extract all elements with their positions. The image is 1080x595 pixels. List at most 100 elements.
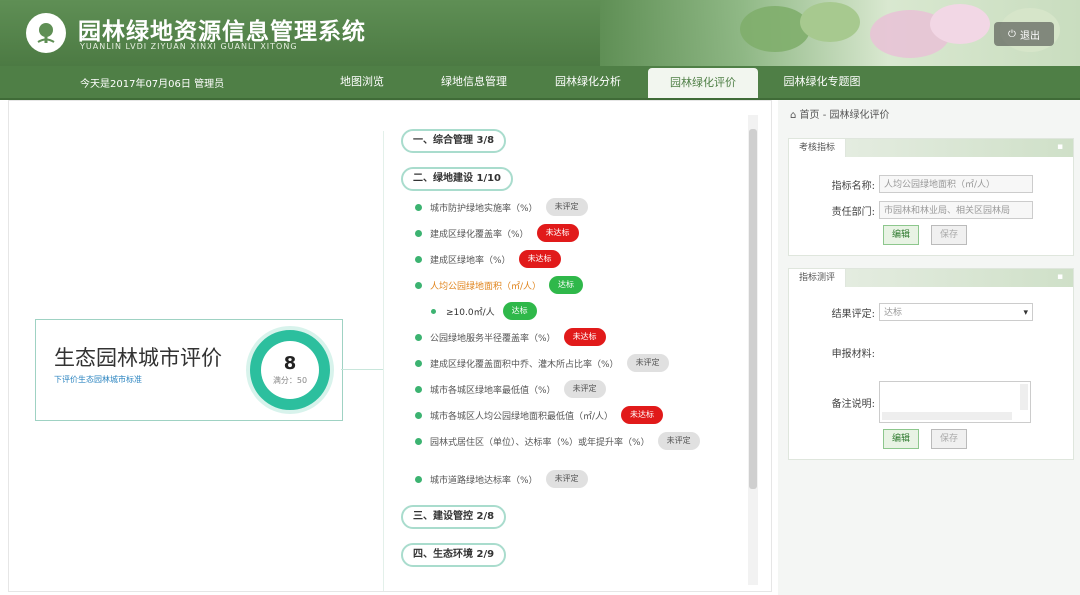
category-comprehensive[interactable]: 一、综合管理 3/8 bbox=[401, 129, 507, 153]
bullet-dot bbox=[415, 229, 422, 237]
list-item[interactable]: 建成区绿化覆盖率（%） 未达标 bbox=[415, 223, 579, 243]
item-text: 城市各城区绿地率最低值（%） bbox=[430, 385, 556, 396]
list-item[interactable]: 公园绿地服务半径覆盖率（%） 未达标 bbox=[415, 327, 606, 347]
item-text: 建成区绿化覆盖率（%） bbox=[430, 229, 529, 240]
bullet-dot bbox=[415, 385, 422, 393]
tree-scrollbar[interactable] bbox=[748, 115, 758, 585]
score-ring: 8 满分：50 bbox=[246, 326, 334, 414]
header: 园林绿地资源信息管理系统 YUANLIN LVDI ZIYUAN XINXI G… bbox=[0, 0, 1080, 66]
evaluation-tree-panel: 生态园林城市评价 下评价生态园林城市标准 8 满分：50 一、综合管理 3/8 … bbox=[8, 100, 772, 592]
tab-green-info[interactable]: 绿地信息管理 bbox=[422, 66, 526, 98]
standard-link[interactable]: 下评价生态园林城市标准 bbox=[54, 374, 142, 385]
logout-label: 退出 bbox=[1019, 30, 1040, 42]
bullet-dot bbox=[415, 281, 422, 289]
item-text: 建成区绿化覆盖面积中乔、灌木所占比率（%） bbox=[430, 359, 619, 370]
bullet-dot bbox=[415, 437, 422, 445]
detail-sidebar: ⌂ 首页 - 园林绿化评价 考核指标 ▪ 指标名称: 人均公园绿地面积（㎡/人）… bbox=[778, 100, 1080, 595]
root-card[interactable]: 生态园林城市评价 下评价生态园林城市标准 8 满分：50 bbox=[35, 319, 343, 421]
list-item[interactable]: 城市各城区人均公园绿地面积最低值（㎡/人） 未达标 bbox=[415, 405, 664, 425]
root-title: 生态园林城市评价 bbox=[54, 346, 222, 370]
note-label: 备注说明: bbox=[831, 399, 875, 410]
breadcrumb: ⌂ 首页 - 园林绿化评价 bbox=[790, 106, 890, 121]
evaluation-panel: 指标测评 ▪ 结果评定: 达标 ▾ 申报材料: 备注说明: 编辑 保存 bbox=[788, 268, 1074, 460]
status-badge: 未评定 bbox=[545, 470, 588, 488]
edit-button[interactable]: 编辑 bbox=[883, 225, 920, 245]
item-text: 城市道路绿地达标率（%） bbox=[430, 475, 538, 486]
list-item[interactable]: 城市道路绿地达标率（%） 未评定 bbox=[415, 469, 588, 489]
logo-badge bbox=[26, 13, 66, 53]
list-item[interactable]: 建成区绿地率（%） 未达标 bbox=[415, 249, 561, 269]
score-ring-inner: 8 满分：50 bbox=[261, 341, 319, 399]
item-text: 园林式居住区（单位）、达标率（%）或年提升率（%） bbox=[430, 437, 650, 448]
edit-button[interactable]: 编辑 bbox=[883, 429, 920, 449]
nav-bar: 今天是2017年07月06日 管理员 地图浏览 绿地信息管理 园林绿化分析 园林… bbox=[0, 66, 1080, 100]
date-user: 今天是2017年07月06日 管理员 bbox=[80, 79, 225, 90]
result-label: 结果评定: bbox=[831, 309, 875, 320]
status-badge: 未评定 bbox=[657, 432, 700, 450]
power-icon: ⏻ bbox=[1008, 28, 1016, 40]
list-item[interactable]: 城市防护绿地实施率（%） 未评定 bbox=[415, 197, 588, 217]
app-title: 园林绿地资源信息管理系统 bbox=[78, 19, 366, 45]
item-text: 公园绿地服务半径覆盖率（%） bbox=[430, 333, 556, 344]
breadcrumb-text[interactable]: 首页 - 园林绿化评价 bbox=[800, 110, 890, 121]
result-value: 达标 bbox=[884, 308, 903, 318]
status-badge: 未达标 bbox=[536, 224, 579, 242]
item-text: 城市防护绿地实施率（%） bbox=[430, 203, 538, 214]
panel-tab-evaluation[interactable]: 指标测评 bbox=[789, 269, 847, 287]
item-text: 建成区绿地率（%） bbox=[430, 255, 511, 266]
tree-vline bbox=[383, 131, 384, 591]
status-badge: 未达标 bbox=[563, 328, 606, 346]
category-green-construction[interactable]: 二、绿地建设 1/10 bbox=[401, 167, 514, 191]
dropdown-caret-icon: ▾ bbox=[1023, 308, 1028, 318]
tab-analysis[interactable]: 园林绿化分析 bbox=[538, 66, 638, 98]
result-select[interactable]: 达标 ▾ bbox=[879, 303, 1033, 321]
indicator-tree: 一、综合管理 3/8 二、绿地建设 1/10 城市防护绿地实施率（%） 未评定 … bbox=[389, 101, 749, 591]
name-label: 指标名称: bbox=[831, 181, 875, 192]
tab-map-browse[interactable]: 地图浏览 bbox=[322, 66, 402, 98]
bullet-dot bbox=[415, 255, 422, 263]
item-text: 人均公园绿地面积（㎡/人） bbox=[430, 281, 542, 292]
tab-thematic-map[interactable]: 园林绿化专题图 bbox=[764, 66, 880, 98]
category-ecology[interactable]: 四、生态环境 2/9 bbox=[401, 543, 507, 567]
scroll-thumb[interactable] bbox=[749, 129, 757, 489]
app: 园林绿地资源信息管理系统 YUANLIN LVDI ZIYUAN XINXI G… bbox=[0, 0, 1080, 595]
dept-label: 责任部门: bbox=[831, 207, 875, 218]
collapse-icon[interactable]: ▪ bbox=[1057, 142, 1067, 152]
sub-item-text: ≥10.0㎡/人 bbox=[446, 307, 495, 318]
status-badge: 未达标 bbox=[518, 250, 561, 268]
panel-tab-indicator[interactable]: 考核指标 bbox=[789, 139, 847, 157]
sub-list-item[interactable]: ≥10.0㎡/人 达标 bbox=[431, 301, 537, 321]
tab-evaluation[interactable]: 园林绿化评价 bbox=[648, 68, 758, 98]
save-button[interactable]: 保存 bbox=[931, 429, 968, 449]
material-label: 申报材料: bbox=[831, 349, 875, 360]
status-badge: 未评定 bbox=[545, 198, 588, 216]
bullet-dot bbox=[415, 411, 422, 419]
textarea-hscroll[interactable] bbox=[882, 412, 1012, 420]
list-item[interactable]: 建成区绿化覆盖面积中乔、灌木所占比率（%） 未评定 bbox=[415, 353, 669, 373]
list-item-selected[interactable]: 人均公园绿地面积（㎡/人） 达标 bbox=[415, 275, 584, 295]
bullet-dot bbox=[415, 475, 422, 483]
note-textarea[interactable] bbox=[879, 381, 1031, 423]
bullet-dot bbox=[415, 359, 422, 367]
status-badge: 未达标 bbox=[621, 406, 664, 424]
status-badge: 未评定 bbox=[563, 380, 606, 398]
panel-header: 指标测评 ▪ bbox=[789, 269, 1073, 287]
tree-logo-icon bbox=[37, 23, 55, 43]
item-text: 城市各城区人均公园绿地面积最低值（㎡/人） bbox=[430, 411, 614, 422]
department-field[interactable]: 市园林和林业局、相关区园林局 bbox=[879, 201, 1033, 219]
list-item[interactable]: 城市各城区绿地率最低值（%） 未评定 bbox=[415, 379, 606, 399]
save-button[interactable]: 保存 bbox=[931, 225, 968, 245]
bullet-dot bbox=[415, 203, 422, 211]
indicator-name-field[interactable]: 人均公园绿地面积（㎡/人） bbox=[879, 175, 1033, 193]
home-icon: ⌂ bbox=[790, 110, 797, 121]
collapse-icon[interactable]: ▪ bbox=[1057, 272, 1067, 282]
indicator-panel: 考核指标 ▪ 指标名称: 人均公园绿地面积（㎡/人） 责任部门: 市园林和林业局… bbox=[788, 138, 1074, 256]
category-construction-control[interactable]: 三、建设管控 2/8 bbox=[401, 505, 507, 529]
app-subtitle: YUANLIN LVDI ZIYUAN XINXI GUANLI XITONG bbox=[80, 42, 298, 51]
tree-connector bbox=[341, 369, 383, 370]
textarea-vscroll[interactable] bbox=[1020, 384, 1028, 410]
list-item[interactable]: 园林式居住区（单位）、达标率（%）或年提升率（%） 未评定 bbox=[415, 431, 700, 451]
status-badge: 未评定 bbox=[626, 354, 669, 372]
logout-button[interactable]: ⏻ 退出 bbox=[994, 22, 1054, 46]
bullet-dot bbox=[415, 333, 422, 341]
